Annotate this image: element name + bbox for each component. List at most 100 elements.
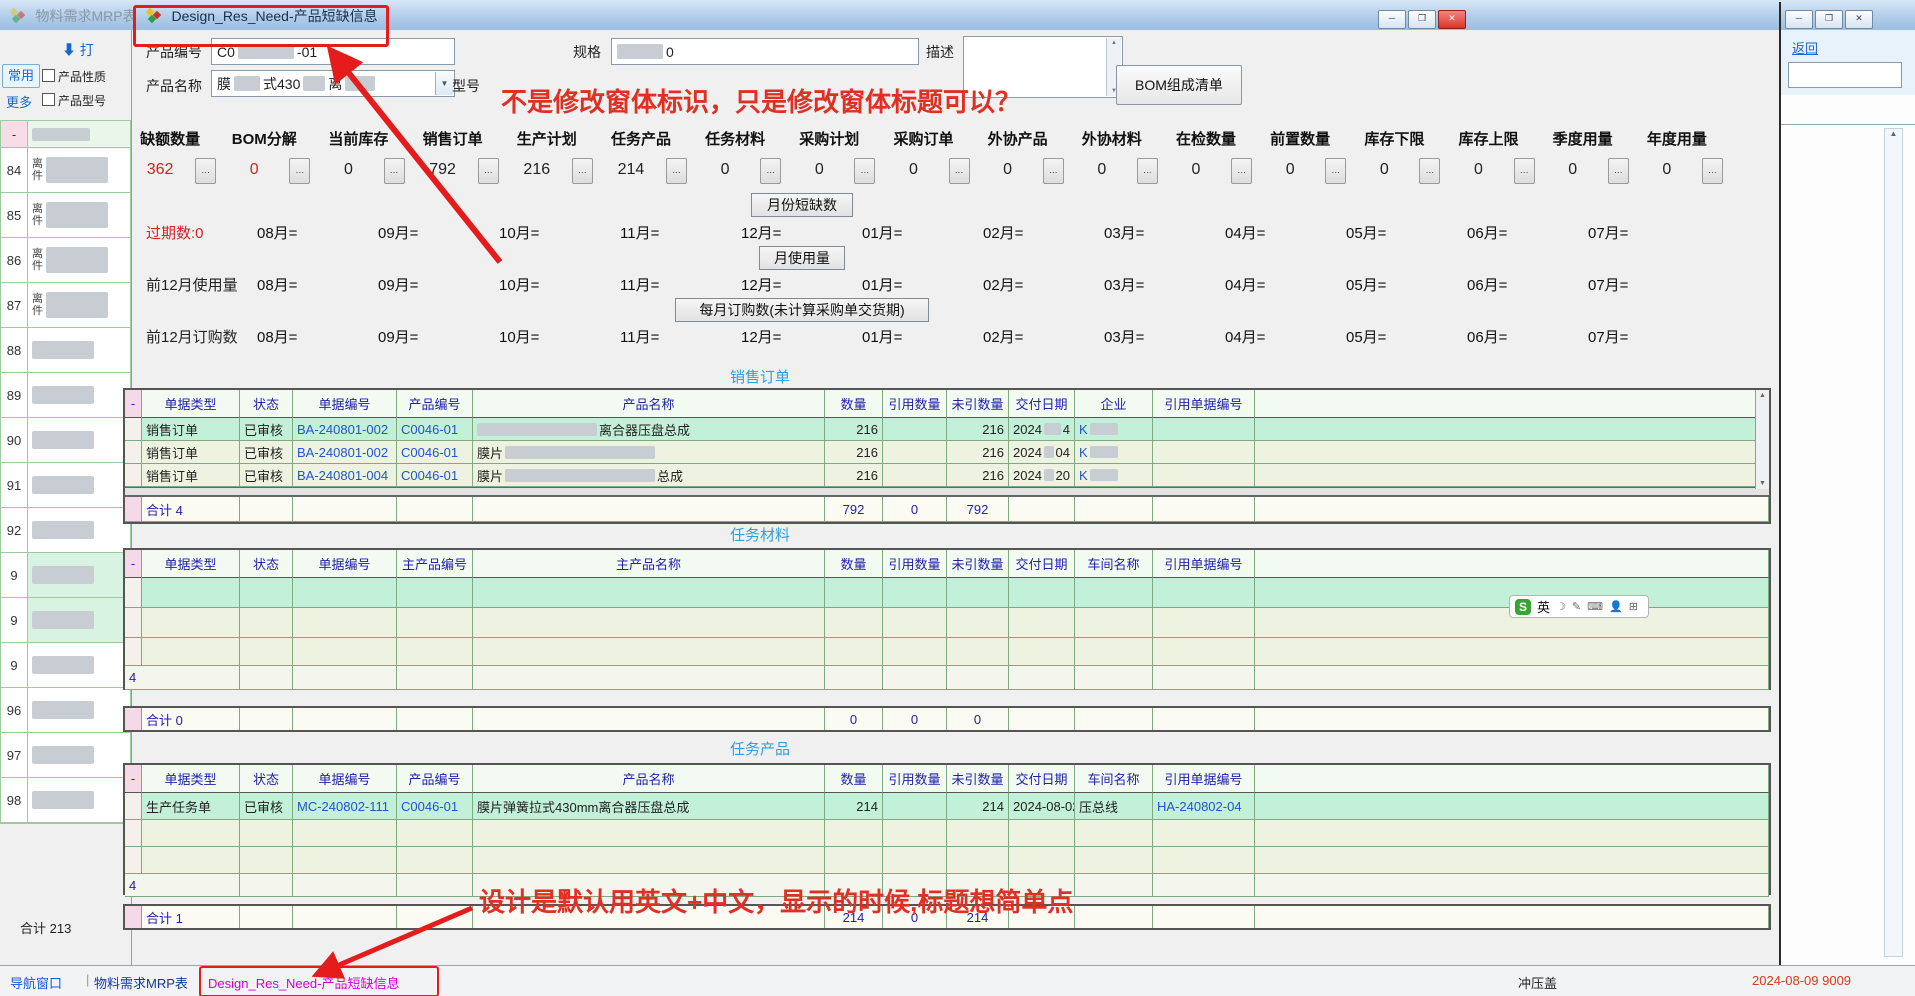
right-scrollbar[interactable]: ▲ (1884, 128, 1903, 957)
more-link[interactable]: 更多 (6, 92, 32, 111)
pen-icon[interactable]: ✎ (1572, 600, 1581, 613)
cell-text[interactable]: C0046-01 (401, 468, 458, 483)
common-button[interactable]: 常用 (2, 64, 40, 88)
cell-text[interactable]: BA-240801-002 (297, 445, 388, 460)
taskbar-mrp-window[interactable]: 物料需求MRP表 (94, 973, 188, 992)
summary-column-header: 在检数量 (1159, 128, 1253, 149)
ellipsis-button[interactable]: … (760, 158, 781, 184)
list-item[interactable]: 84离件 (1, 148, 130, 193)
list-item[interactable]: 97 (1, 733, 130, 778)
table-row[interactable]: 销售订单已审核BA-240801-004C0046-01膜片总成21621620… (125, 464, 1769, 487)
table-row[interactable] (125, 847, 1769, 874)
right-panel-input[interactable] (1788, 62, 1902, 88)
table-row[interactable]: 生产任务单已审核MC-240802-111C0046-01膜片弹簧拉式430mm… (125, 793, 1769, 820)
table-row[interactable]: 销售订单已审核BA-240801-002C0046-01离合器压盘总成21621… (125, 418, 1769, 441)
cell-text[interactable]: C0046-01 (401, 422, 458, 437)
product-model-checkbox[interactable]: 产品型号 (42, 92, 106, 109)
screen: 物料需求MRP表 Design_Res_Need-产品短缺信息 ─ ❐ ✕ ─ … (0, 0, 1915, 996)
print-link[interactable]: ⬇ 打 (62, 40, 94, 60)
grid-icon[interactable]: ⊞ (1629, 600, 1638, 613)
list-item[interactable]: 96 (1, 688, 130, 733)
cell-text[interactable]: BA-240801-004 (297, 468, 388, 483)
user-icon[interactable]: 👤 (1609, 600, 1623, 613)
blurred-text (32, 746, 94, 764)
list-item[interactable]: 92 (1, 508, 130, 553)
ellipsis-button[interactable]: … (1325, 158, 1346, 184)
ellipsis-button[interactable]: … (949, 158, 970, 184)
spec-input[interactable]: 0 (611, 38, 919, 65)
close-icon[interactable]: ✕ (1438, 10, 1466, 29)
summary-value: 0 (1065, 156, 1139, 184)
product-nature-checkbox[interactable]: 产品性质 (42, 68, 106, 85)
row-number: 91 (1, 463, 28, 507)
month-section-button[interactable]: 月份短缺数 (751, 193, 853, 217)
cell-text[interactable]: HA-240802-04 (1157, 799, 1242, 814)
app-maximize-icon[interactable]: ❐ (1815, 10, 1843, 29)
cell-text[interactable]: BA-240801-002 (297, 422, 388, 437)
ime-language[interactable]: 英 (1537, 597, 1550, 616)
table-row[interactable] (125, 820, 1769, 847)
table-row[interactable]: 销售订单已审核BA-240801-002C0046-01膜片2162162024… (125, 441, 1769, 464)
month-section-button[interactable]: 月使用量 (759, 246, 845, 270)
cell-text: 引用单据编号 (1164, 554, 1242, 573)
ellipsis-button[interactable]: … (1043, 158, 1064, 184)
chevron-down-icon[interactable]: ▼ (435, 72, 453, 95)
cell (825, 638, 883, 666)
cell-text[interactable]: C0046-01 (401, 799, 458, 814)
ellipsis-button[interactable]: … (1231, 158, 1252, 184)
cell-text[interactable]: K (1079, 468, 1088, 483)
month-section-button[interactable]: 每月订购数(未计算采购单交货期) (675, 298, 929, 322)
back-link[interactable]: 返回 (1792, 38, 1818, 57)
app-close-icon[interactable]: ✕ (1845, 10, 1873, 29)
minimize-icon[interactable]: ─ (1378, 10, 1406, 29)
cell-text: - (131, 771, 135, 786)
blurred-text (1090, 423, 1118, 435)
taskbar-nav-window[interactable]: 导航窗口 (10, 973, 62, 992)
moon-icon[interactable]: ☽ (1556, 600, 1566, 613)
cell-text: 216 (982, 445, 1004, 460)
list-item[interactable]: 90 (1, 418, 130, 463)
ellipsis-button[interactable]: … (1702, 158, 1723, 184)
cell-text[interactable]: MC-240802-111 (297, 799, 389, 814)
ellipsis-button[interactable]: … (1419, 158, 1440, 184)
row-content: 离件 (28, 148, 130, 192)
cell-text[interactable]: K (1079, 422, 1088, 437)
list-item[interactable]: 86离件 (1, 238, 130, 283)
product-name-combo[interactable]: 膜 式430 离 ▼ (211, 70, 455, 97)
table-row[interactable] (125, 638, 1769, 666)
list-item[interactable]: 89 (1, 373, 130, 418)
ime-toolbar[interactable]: S 英 ☽ ✎ ⌨ 👤 ⊞ (1509, 595, 1649, 618)
app-minimize-icon[interactable]: ─ (1785, 10, 1813, 29)
ellipsis-button[interactable]: … (572, 158, 593, 184)
ellipsis-button[interactable]: … (384, 158, 405, 184)
ellipsis-button[interactable]: … (1514, 158, 1535, 184)
list-item[interactable]: 87离件 (1, 283, 130, 328)
list-item[interactable]: 9 (1, 643, 130, 688)
list-item[interactable]: 98 (1, 778, 130, 823)
ellipsis-button[interactable]: … (195, 158, 216, 184)
list-item[interactable]: 85离件 (1, 193, 130, 238)
total-cell (1075, 906, 1153, 928)
ellipsis-button[interactable]: … (1137, 158, 1158, 184)
ellipsis-button[interactable]: … (666, 158, 687, 184)
bom-list-button[interactable]: BOM组成清单 (1116, 65, 1242, 105)
list-item[interactable]: 9 (1, 598, 130, 643)
column-header: - (125, 390, 142, 418)
cell-text[interactable]: K (1079, 445, 1088, 460)
cell-text: 销售订单 (146, 466, 198, 485)
list-item[interactable]: 88 (1, 328, 130, 373)
table-scrollbar[interactable]: ▲▼ (1755, 390, 1769, 489)
row-partial-text: 离件 (32, 248, 43, 272)
ellipsis-button[interactable]: … (478, 158, 499, 184)
list-item[interactable]: 91 (1, 463, 130, 508)
ellipsis-button[interactable]: … (289, 158, 310, 184)
cell-text[interactable]: C0046-01 (401, 445, 458, 460)
cell (1075, 638, 1153, 666)
ellipsis-button[interactable]: … (1608, 158, 1629, 184)
list-item[interactable]: 9 (1, 553, 130, 598)
keyboard-icon[interactable]: ⌨ (1587, 600, 1603, 613)
month-value-label: 11月= (620, 326, 659, 347)
maximize-icon[interactable]: ❐ (1408, 10, 1436, 29)
cell: 216 (947, 418, 1009, 441)
ellipsis-button[interactable]: … (854, 158, 875, 184)
